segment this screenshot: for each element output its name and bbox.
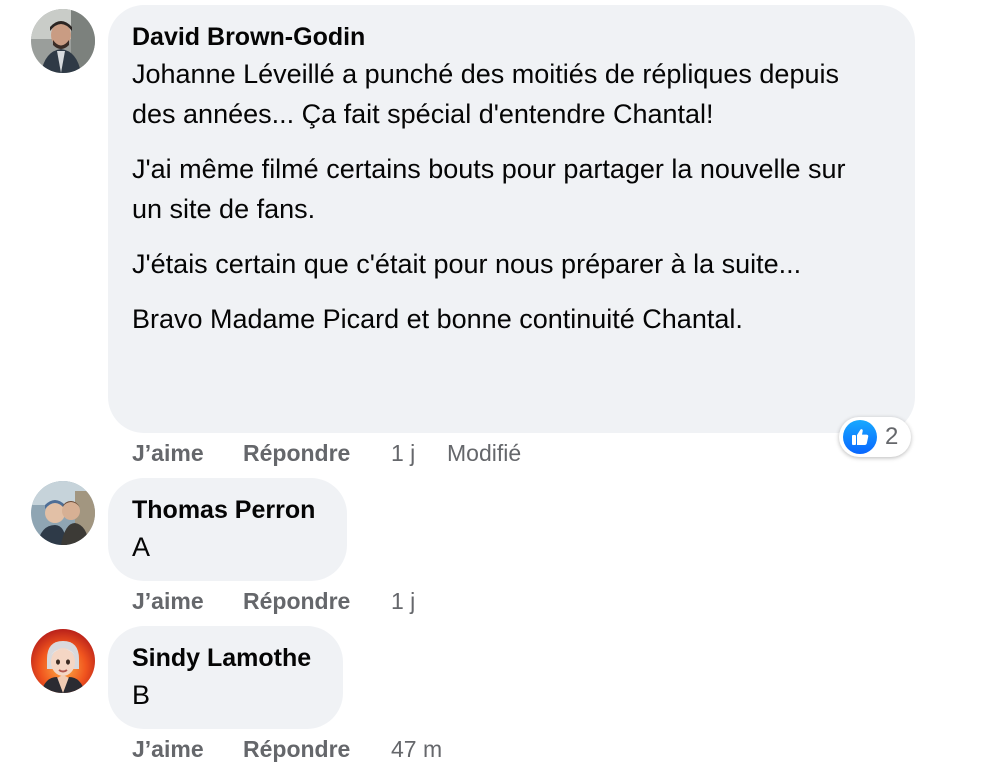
avatar-thomas[interactable] bbox=[31, 481, 95, 545]
avatar-david[interactable] bbox=[31, 9, 95, 73]
comment-author[interactable]: Thomas Perron bbox=[132, 495, 315, 525]
comment-author[interactable]: Sindy Lamothe bbox=[132, 643, 311, 673]
reply-button[interactable]: Répondre bbox=[243, 438, 350, 468]
comment-paragraph: J'ai même filmé certains bouts pour part… bbox=[132, 154, 846, 224]
thumbs-up-icon bbox=[843, 420, 877, 454]
comment-timestamp[interactable]: 1 j bbox=[391, 438, 415, 468]
comment-paragraph: Bravo Madame Picard et bonne continuité … bbox=[132, 304, 743, 334]
avatar-sindy[interactable] bbox=[31, 629, 95, 693]
like-button[interactable]: J’aime bbox=[132, 586, 204, 616]
comment-text: Johanne Léveillé a punché des moitiés de… bbox=[132, 54, 852, 339]
like-button[interactable]: J’aime bbox=[132, 438, 204, 468]
reaction-summary[interactable]: 2 bbox=[839, 417, 911, 457]
edited-label[interactable]: Modifié bbox=[447, 438, 521, 468]
comment-timestamp[interactable]: 47 m bbox=[391, 734, 442, 764]
comment-bubble: David Brown-Godin Johanne Léveillé a pun… bbox=[108, 5, 915, 433]
comment-timestamp[interactable]: 1 j bbox=[391, 586, 415, 616]
comment-author[interactable]: David Brown-Godin bbox=[132, 22, 365, 52]
reply-button[interactable]: Répondre bbox=[243, 586, 350, 616]
comment-paragraph: Johanne Léveillé a punché des moitiés de… bbox=[132, 59, 839, 129]
reply-button[interactable]: Répondre bbox=[243, 734, 350, 764]
comment-text: A bbox=[132, 532, 151, 562]
comment-bubble: Sindy Lamothe B bbox=[108, 626, 343, 729]
comment-bubble: Thomas Perron A bbox=[108, 478, 347, 581]
reaction-count: 2 bbox=[885, 423, 899, 450]
comment-text: B bbox=[132, 680, 151, 710]
like-button[interactable]: J’aime bbox=[132, 734, 204, 764]
comment-paragraph: J'étais certain que c'était pour nous pr… bbox=[132, 249, 802, 279]
